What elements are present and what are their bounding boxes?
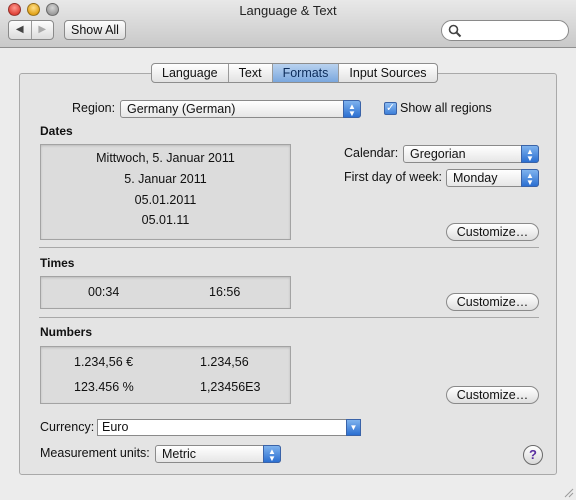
popup-arrows-icon: ▲ ▼: [521, 145, 539, 163]
times-customize-button[interactable]: Customize…: [446, 293, 539, 311]
show-all-regions-checkbox[interactable]: ✓: [384, 102, 397, 115]
tab-bar: Language Text Formats Input Sources: [151, 63, 438, 83]
formats-panel: [19, 73, 557, 475]
currency-combo[interactable]: Euro ▼: [97, 419, 361, 436]
first-day-value: Monday: [453, 171, 498, 185]
number-sample-percent: 123.456 %: [74, 380, 134, 394]
window-title: Language & Text: [239, 3, 337, 18]
magnifier-icon: [448, 24, 462, 38]
dates-customize-button[interactable]: Customize…: [446, 223, 539, 241]
measurement-popup[interactable]: Metric ▲ ▼: [155, 445, 281, 463]
calendar-label: Calendar:: [344, 146, 399, 160]
section-divider: [39, 247, 539, 248]
dates-header: Dates: [40, 124, 73, 138]
region-value: Germany (German): [127, 102, 236, 116]
numbers-customize-button[interactable]: Customize…: [446, 386, 539, 404]
search-field[interactable]: [441, 20, 569, 41]
show-all-button[interactable]: Show All: [64, 20, 126, 40]
date-sample-medium: 05.01.2011: [134, 193, 197, 207]
help-button[interactable]: ?: [523, 445, 543, 465]
currency-value: Euro: [102, 420, 129, 434]
number-sample-scientific: 1,23456E3: [200, 380, 261, 394]
measurement-label: Measurement units:: [40, 446, 150, 460]
back-arrow-icon[interactable]: ◀: [9, 21, 32, 39]
popup-arrows-icon: ▲ ▼: [521, 169, 539, 187]
region-label: Region:: [72, 101, 116, 115]
numbers-header: Numbers: [40, 325, 93, 339]
date-sample-short: 05.01.11: [141, 213, 190, 227]
time-sample-medium: 16:56: [209, 285, 241, 299]
section-divider: [39, 317, 539, 318]
search-input[interactable]: [464, 22, 562, 39]
preferences-window: Language & Text ◀ ▶ Show All Language Te…: [0, 0, 576, 500]
popup-arrows-icon: ▲ ▼: [263, 445, 281, 463]
first-day-label: First day of week:: [344, 170, 442, 184]
forward-arrow-icon[interactable]: ▶: [32, 21, 54, 39]
dropdown-arrow-icon[interactable]: ▼: [346, 419, 361, 436]
time-sample-short: 00:34: [88, 285, 120, 299]
measurement-value: Metric: [162, 447, 197, 461]
calendar-popup[interactable]: Gregorian ▲ ▼: [403, 145, 539, 163]
tab-language[interactable]: Language: [152, 64, 229, 82]
title-bar: Language & Text ◀ ▶ Show All: [0, 0, 576, 48]
popup-arrows-icon: ▲ ▼: [343, 100, 361, 118]
back-forward-control: ◀ ▶: [8, 20, 54, 40]
resize-grip-icon[interactable]: [562, 486, 574, 498]
currency-label: Currency:: [40, 420, 95, 434]
tab-input-sources[interactable]: Input Sources: [339, 64, 436, 82]
date-sample-full: Mittwoch, 5. Januar 2011: [96, 151, 235, 165]
first-day-popup[interactable]: Monday ▲ ▼: [446, 169, 539, 187]
number-sample-decimal: 1.234,56: [200, 355, 249, 369]
tab-formats[interactable]: Formats: [272, 64, 340, 82]
calendar-value: Gregorian: [410, 147, 466, 161]
show-all-regions-label: Show all regions: [400, 101, 492, 115]
times-sample-box: [40, 276, 291, 309]
number-sample-currency: 1.234,56 €: [74, 355, 134, 369]
times-header: Times: [40, 256, 75, 270]
tab-text[interactable]: Text: [229, 64, 273, 82]
region-popup[interactable]: Germany (German) ▲ ▼: [120, 100, 361, 118]
date-sample-long: 5. Januar 2011: [124, 172, 207, 186]
